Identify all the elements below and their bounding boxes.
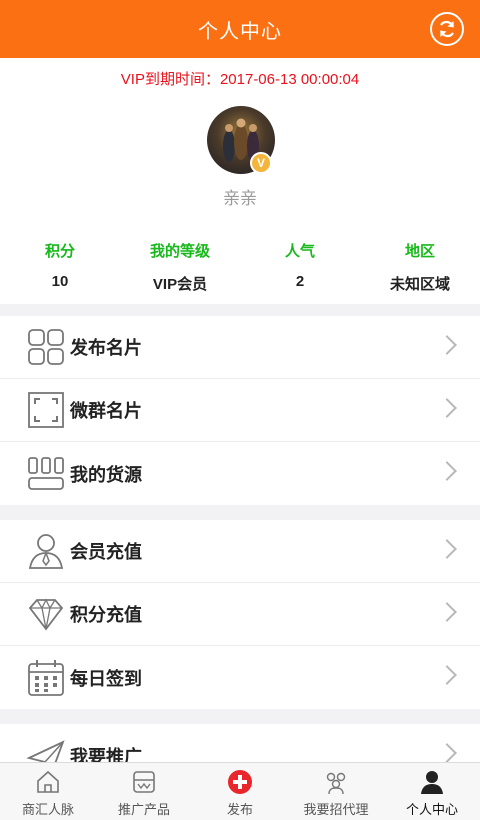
tab-business-network[interactable]: 商汇人脉 (0, 763, 96, 820)
chevron-right-icon (437, 461, 457, 481)
stat-label: 人气 (284, 243, 315, 260)
chevron-right-icon (437, 602, 457, 622)
menu-item-publish-card[interactable]: 发布名片 (0, 316, 480, 379)
menu-item-points-recharge[interactable]: 积分充值 (0, 583, 480, 646)
menu-item-wechat-group-card[interactable]: 微群名片 (0, 379, 480, 442)
stat-level[interactable]: 我的等级 VIP会员 (120, 240, 240, 294)
menu-item-member-recharge[interactable]: 会员充值 (0, 520, 480, 583)
nickname: 亲亲 (223, 189, 257, 208)
scan-frame-icon (28, 392, 64, 428)
page-title: 个人中心 (198, 20, 282, 43)
menu-item-label: 微群名片 (70, 401, 142, 421)
grid-icon (28, 329, 64, 365)
menu-item-label: 积分充值 (70, 605, 142, 625)
stat-value: 10 (51, 273, 69, 290)
stat-points[interactable]: 积分 10 (0, 240, 120, 294)
menu-item-daily-checkin[interactable]: 每日签到 (0, 646, 480, 709)
calendar-icon (28, 659, 64, 696)
chevron-right-icon (437, 539, 457, 559)
tab-personal-center[interactable]: 个人中心 (384, 763, 480, 820)
chevron-right-icon (437, 398, 457, 418)
shelves-icon (28, 456, 64, 490)
menu-item-label: 每日签到 (70, 668, 142, 689)
menu-item-label: 发布名片 (70, 338, 142, 358)
menu-group-cards: 发布名片 微群名片 我的货源 (0, 316, 480, 505)
chevron-right-icon (437, 743, 457, 763)
stat-value: VIP会员 (152, 276, 208, 293)
vip-expiry-text: VIP到期时间：2017-06-13 00:00:04 (120, 71, 360, 88)
menu-item-label: 我的货源 (70, 464, 142, 485)
stats-row: 积分 10 我的等级 VIP会员 人气 2 地区 未知区域 (0, 240, 480, 294)
profile-section: VIP到期时间：2017-06-13 00:00:04 V 亲亲 积分 10 我… (0, 58, 480, 304)
tab-recruit-agents[interactable]: 我要招代理 (288, 763, 384, 820)
menu-item-my-supply[interactable]: 我的货源 (0, 442, 480, 505)
tab-label: 推广产品 (117, 802, 170, 817)
bottom-tab-bar: 商汇人脉 推广产品 发布 我要招代理 个人中心 (0, 762, 480, 820)
chevron-right-icon (437, 335, 457, 355)
menu-item-label: 会员充值 (70, 542, 142, 562)
tab-label: 我要招代理 (303, 802, 369, 817)
person-icon (421, 771, 443, 794)
top-bar: 个人中心 (0, 0, 480, 58)
stat-value: 2 (295, 273, 305, 290)
home-icon (37, 770, 59, 793)
add-circle-icon (228, 770, 252, 794)
tab-publish[interactable]: 发布 (192, 763, 288, 820)
product-icon (133, 771, 155, 793)
stat-label: 积分 (44, 243, 75, 260)
tab-label: 发布 (226, 802, 253, 817)
stat-value: 未知区域 (389, 276, 450, 293)
chevron-right-icon (437, 665, 457, 685)
refresh-icon (440, 20, 454, 38)
group-icon (326, 772, 346, 795)
member-icon (28, 534, 64, 569)
stat-label: 我的等级 (149, 243, 210, 260)
tab-promote-products[interactable]: 推广产品 (96, 763, 192, 820)
tab-label: 商汇人脉 (21, 802, 74, 817)
diamond-icon (28, 598, 64, 631)
stat-region[interactable]: 地区 未知区域 (360, 240, 480, 294)
refresh-button[interactable] (430, 12, 464, 46)
stat-label: 地区 (404, 243, 435, 260)
stat-popularity[interactable]: 人气 2 (240, 240, 360, 294)
vip-badge: V (250, 152, 272, 174)
tab-label: 个人中心 (405, 802, 458, 817)
menu-group-recharge: 会员充值 积分充值 每日签到 (0, 520, 480, 709)
